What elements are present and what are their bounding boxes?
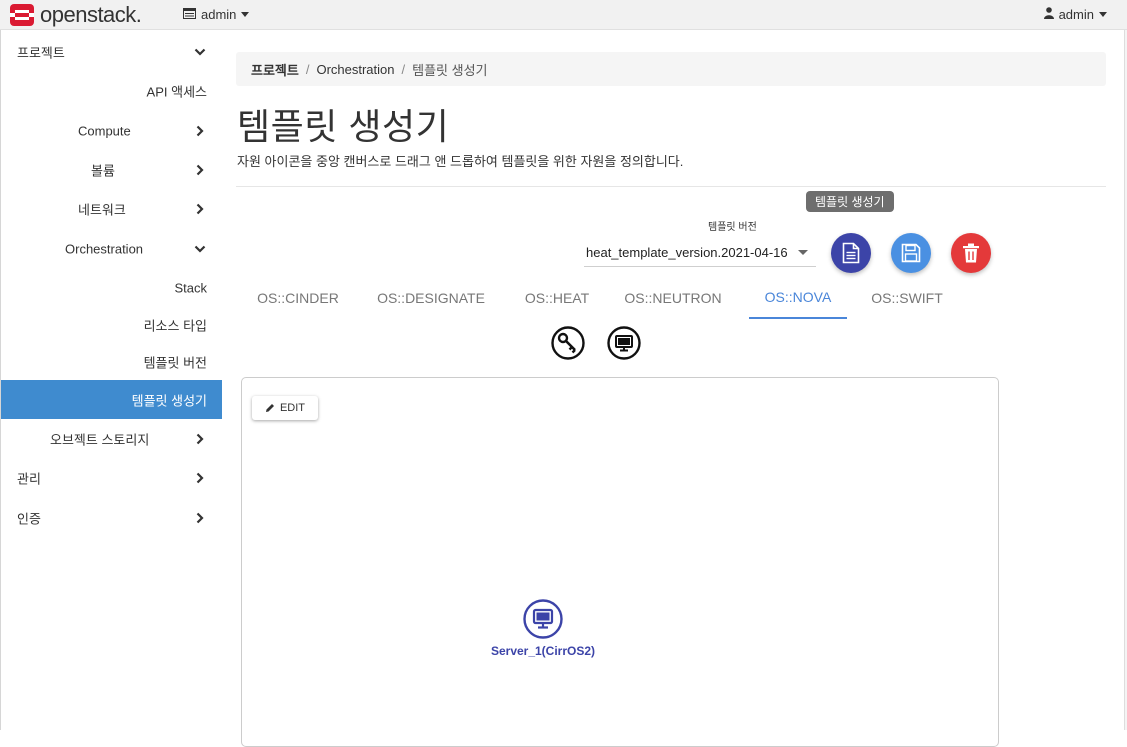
breadcrumb-item-orchestration[interactable]: Orchestration [316, 62, 394, 77]
sidebar-item-network[interactable]: 네트워크 [1, 189, 222, 228]
pencil-icon [265, 404, 274, 412]
top-navbar: openstack. admin admin [0, 0, 1127, 30]
sidebar-item-compute[interactable]: Compute [1, 111, 222, 150]
project-name: admin [201, 7, 237, 22]
tab-os-cinder[interactable]: OS::CINDER [241, 276, 355, 319]
tab-os-neutron[interactable]: OS::NEUTRON [619, 276, 727, 319]
sidebar-item-label: Compute [78, 123, 131, 138]
chevron-right-icon [196, 472, 204, 483]
chevron-right-icon [196, 433, 204, 444]
sidebar-item-label: 네트워크 [78, 202, 126, 217]
sidebar-item-label: Stack [174, 280, 207, 295]
sidebar-item-label: 리소스 타입 [143, 318, 207, 333]
sidebar-item-label: 오브젝트 스토리지 [50, 432, 150, 447]
template-canvas[interactable] [241, 377, 999, 747]
dropdown-arrow-icon [798, 250, 808, 255]
sidebar-item-label: 인증 [17, 511, 41, 526]
server-resource-icon[interactable] [607, 326, 641, 360]
tab-os-designate[interactable]: OS::DESIGNATE [368, 276, 494, 319]
trash-icon [963, 243, 979, 263]
chevron-right-icon [196, 203, 204, 214]
sidebar-item-object-storage[interactable]: 오브젝트 스토리지 [1, 419, 222, 458]
document-icon [842, 242, 860, 264]
breadcrumb-item-project[interactable]: 프로젝트 [251, 60, 299, 79]
save-template-button[interactable] [891, 233, 931, 273]
sidebar-item-identity[interactable]: 인증 [1, 498, 222, 537]
key-icon [551, 326, 585, 360]
brand-name: openstack. [40, 2, 142, 27]
chevron-right-icon [196, 164, 204, 175]
tab-os-swift[interactable]: OS::SWIFT [861, 276, 953, 319]
sidebar-item-label: 템플릿 생성기 [131, 393, 207, 408]
template-version-label: 템플릿 버전 [708, 222, 757, 233]
sidebar-item-project[interactable]: 프로젝트 [1, 32, 222, 71]
chevron-right-icon [196, 125, 204, 136]
user-name: admin [1058, 7, 1094, 22]
edit-button[interactable]: EDIT [252, 396, 318, 420]
chevron-down-icon [194, 48, 206, 56]
canvas-server-node[interactable] [523, 599, 563, 639]
sidebar-item-admin[interactable]: 관리 [1, 458, 222, 497]
sidebar-item-label: 관리 [17, 471, 41, 486]
breadcrumb-separator: / [401, 61, 406, 77]
user-menu[interactable]: admin [1043, 7, 1107, 22]
page-title: 템플릿 생성기 [237, 106, 450, 147]
sidebar-item-orchestration[interactable]: Orchestration [1, 229, 222, 268]
sidebar-item-resource-types[interactable]: 리소스 타입 [1, 305, 222, 344]
project-switcher[interactable]: admin [183, 7, 250, 22]
tooltip: 템플릿 생성기 [806, 191, 894, 212]
server-icon [523, 599, 563, 639]
sidebar-item-label: 템플릿 버전 [143, 355, 207, 370]
project-list-icon [183, 7, 196, 22]
sidebar-item-label: 볼륨 [91, 163, 115, 178]
brand[interactable]: openstack. [10, 2, 142, 28]
edit-label: EDIT [279, 402, 306, 414]
sidebar-item-template-versions[interactable]: 템플릿 버전 [1, 342, 222, 381]
breadcrumb: 프로젝트 / Orchestration / 템플릿 생성기 [236, 52, 1106, 86]
delete-template-button[interactable] [951, 233, 991, 273]
template-version-value: heat_template_version.2021-04-16 [586, 244, 788, 260]
page-description: 자원 아이콘을 중앙 캔버스로 드래그 앤 드롭하여 템플릿을 위한 자원을 정… [237, 154, 684, 169]
save-icon [901, 243, 921, 263]
user-icon [1043, 7, 1054, 22]
breadcrumb-item-current: 템플릿 생성기 [412, 62, 488, 78]
sidebar-item-label: API 액세스 [146, 84, 207, 99]
generate-template-button[interactable] [831, 233, 871, 273]
canvas-node-label: Server_1(CirrOS2) [490, 644, 596, 658]
server-icon [607, 326, 641, 360]
openstack-logo-icon [10, 4, 34, 26]
template-version-select[interactable]: heat_template_version.2021-04-16 [584, 238, 816, 267]
chevron-right-icon [196, 512, 204, 523]
divider [236, 186, 1106, 187]
tab-os-nova[interactable]: OS::NOVA [749, 276, 847, 319]
tab-os-heat[interactable]: OS::HEAT [511, 276, 603, 319]
sidebar-item-template-generator[interactable]: 템플릿 생성기 [1, 380, 222, 419]
caret-down-icon [1099, 12, 1107, 17]
breadcrumb-separator: / [305, 61, 310, 77]
sidebar-item-volumes[interactable]: 볼륨 [1, 150, 222, 189]
chevron-down-icon [194, 245, 206, 253]
sidebar-item-api-access[interactable]: API 액세스 [1, 71, 222, 110]
sidebar: 프로젝트 API 액세스 Compute 볼륨 네트워크 Orchestrati… [0, 30, 222, 730]
sidebar-item-label: Orchestration [65, 241, 144, 256]
sidebar-item-stack[interactable]: Stack [1, 268, 222, 307]
keypair-resource-icon[interactable] [551, 326, 585, 360]
sidebar-item-label: 프로젝트 [17, 45, 65, 60]
caret-down-icon [241, 12, 250, 17]
